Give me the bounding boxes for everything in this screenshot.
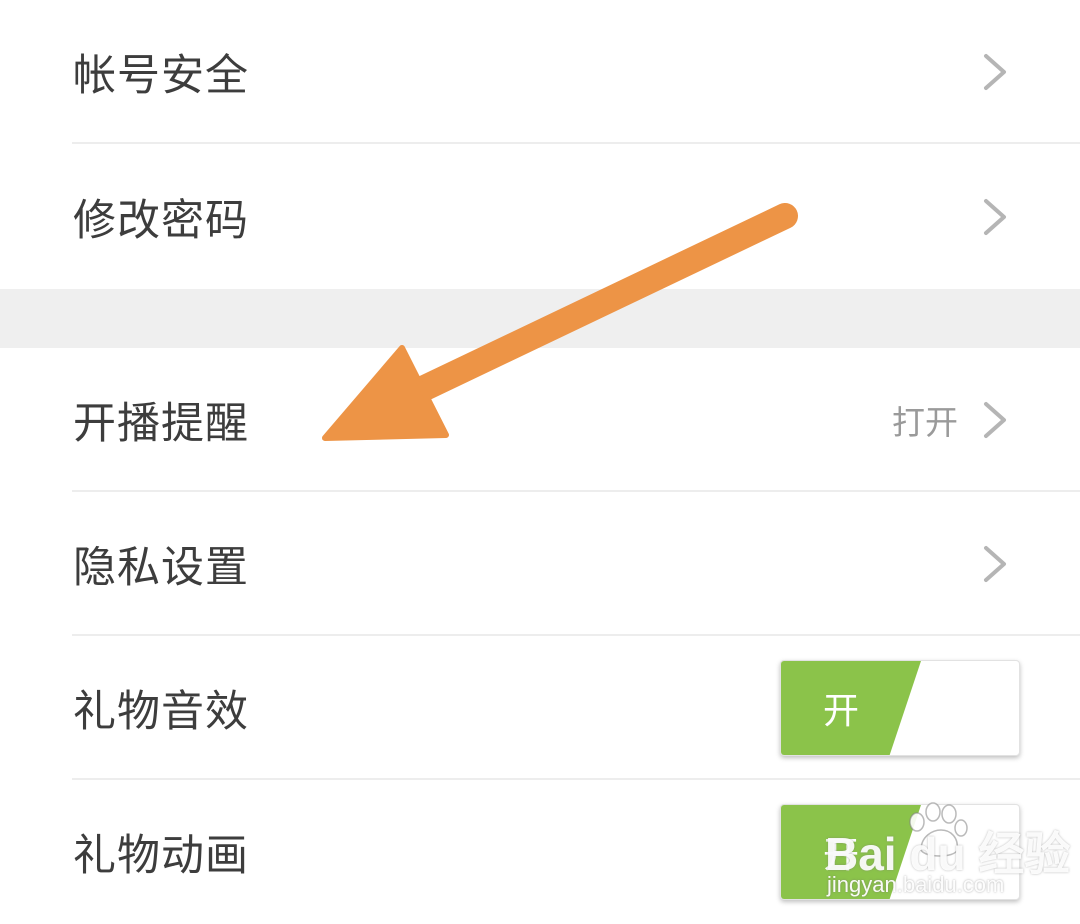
settings-group-account: 帐号安全 修改密码 xyxy=(0,0,1080,289)
chevron-right-icon xyxy=(984,198,1006,235)
account-security-label: 帐号安全 xyxy=(73,51,249,101)
gift-animation-label: 礼物动画 xyxy=(73,831,249,881)
live-reminder-value: 打开 xyxy=(892,403,958,442)
gift-sound-toggle[interactable]: 开 xyxy=(780,660,1020,756)
gift-animation-toggle[interactable]: 开 xyxy=(780,804,1020,900)
settings-group-preferences: 开播提醒 打开 隐私设置 礼物音效 开 礼物动画 开 xyxy=(0,348,1080,924)
settings-row-gift-sound: 礼物音效 开 xyxy=(0,636,1080,780)
settings-row-live-reminder[interactable]: 开播提醒 打开 xyxy=(0,348,1080,492)
settings-row-gift-animation: 礼物动画 开 xyxy=(0,780,1080,924)
settings-row-privacy[interactable]: 隐私设置 xyxy=(0,492,1080,636)
settings-row-account-security[interactable]: 帐号安全 xyxy=(0,0,1080,144)
privacy-settings-label: 隐私设置 xyxy=(73,543,249,593)
toggle-on-label: 开 xyxy=(823,691,860,732)
toggle-on-track xyxy=(781,661,921,755)
toggle-on-track xyxy=(781,805,921,899)
chevron-right-icon xyxy=(984,402,1006,438)
toggle-on-label: 开 xyxy=(823,835,860,876)
chevron-right-icon xyxy=(984,54,1006,90)
section-separator xyxy=(0,289,1080,348)
change-password-label: 修改密码 xyxy=(73,195,249,246)
gift-sound-label: 礼物音效 xyxy=(73,687,249,737)
settings-row-change-password[interactable]: 修改密码 xyxy=(0,144,1080,289)
live-reminder-label: 开播提醒 xyxy=(73,399,249,449)
chevron-right-icon xyxy=(984,546,1006,582)
